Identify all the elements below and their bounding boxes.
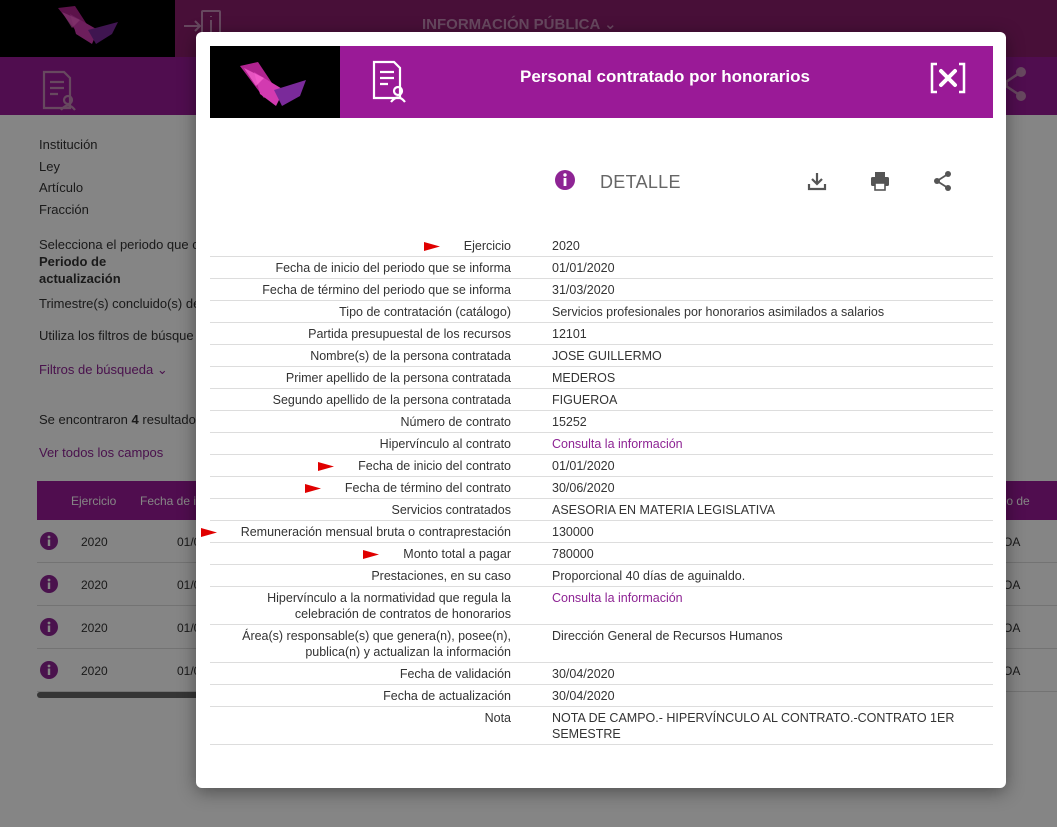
- detail-row-label: Hipervínculo al contrato: [379, 437, 511, 451]
- detail-row-label: Número de contrato: [400, 415, 511, 429]
- detail-row-value: 31/03/2020: [552, 283, 615, 297]
- detail-row: Fecha de actualización 30/04/2020: [210, 685, 993, 707]
- detail-row-label: Fecha de actualización: [383, 689, 511, 703]
- detail-row-value: FIGUEROA: [552, 393, 618, 407]
- detail-row-value: 780000: [552, 547, 594, 561]
- red-flag-icon: [423, 242, 440, 251]
- red-flag-icon: [304, 484, 321, 493]
- detail-row-label: Segundo apellido de la persona contratad…: [272, 393, 511, 407]
- detail-row-label: Prestaciones, en su caso: [371, 569, 511, 583]
- detail-row-value: Proporcional 40 días de aguinaldo.: [552, 569, 746, 583]
- detail-row: Tipo de contratación (catálogo) Servicios…: [210, 301, 993, 323]
- detail-row-value: ASESORIA EN MATERIA LEGISLATIVA: [552, 503, 775, 517]
- detail-row-link[interactable]: Consulta la información: [524, 587, 993, 624]
- detail-row: Fecha de término del periodo que se info…: [210, 279, 993, 301]
- download-icon[interactable]: [806, 170, 828, 192]
- detail-row: Partida presupuestal de los recursos 1210…: [210, 323, 993, 345]
- detail-row-label: Remuneración mensual bruta o contraprest…: [240, 525, 511, 539]
- detail-row-value: 130000: [552, 525, 594, 539]
- detail-row-label: Primer apellido de la persona contratada: [285, 371, 511, 385]
- detail-row: Ejercicio 2020: [210, 235, 993, 257]
- red-flag-icon: [318, 462, 335, 471]
- detail-row-label: Tipo de contratación (catálogo): [339, 305, 511, 319]
- detail-row: Hipervínculo a la normatividad que regul…: [210, 587, 993, 625]
- detail-row-value: 01/01/2020: [552, 459, 615, 473]
- modal-title: Personal contratado por honorarios: [520, 67, 810, 86]
- red-flag-icon: [200, 528, 217, 537]
- detail-row: Remuneración mensual bruta o contraprest…: [200, 521, 993, 543]
- detail-row-label: Fecha de inicio del contrato: [358, 459, 511, 473]
- detail-row-link[interactable]: Consulta la información: [524, 433, 993, 454]
- detail-rows: Ejercicio 2020 Fecha de inicio del periodo…: [200, 235, 993, 745]
- detail-row-label: Ejercicio: [463, 239, 511, 253]
- info-icon: [555, 170, 575, 190]
- detail-row: Área(s) responsable(s) que genera(n), po…: [210, 625, 993, 663]
- detail-row-label: Nombre(s) de la persona contratada: [310, 349, 511, 363]
- detail-row-label: Fecha de término del contrato: [344, 481, 511, 495]
- document-user-icon: [370, 60, 410, 104]
- detail-row-value: Dirección General de Recursos Humanos: [552, 629, 783, 643]
- detail-row-value: NOTA DE CAMPO.- HIPERVÍNCULO AL CONTRATO…: [552, 711, 955, 741]
- detail-row-value: MEDEROS: [552, 371, 616, 385]
- detail-row-label: Nota: [484, 711, 511, 725]
- detail-row: Servicios contratados ASESORIA EN MATERIA…: [210, 499, 993, 521]
- detail-row-value: 01/01/2020: [552, 261, 615, 275]
- detail-row: Fecha de término del contrato 30/06/2020: [210, 477, 993, 499]
- detail-title: DETALLE: [600, 172, 681, 192]
- detail-row-label: Fecha de término del periodo que se info…: [262, 283, 511, 297]
- detail-row-value: 12101: [552, 327, 587, 341]
- detail-row-value: 30/04/2020: [552, 667, 615, 681]
- detail-row: Prestaciones, en su caso Proporcional 40 …: [210, 565, 993, 587]
- detail-row-value: Servicios profesionales por honorarios a…: [552, 305, 885, 319]
- detail-row-value: 2020: [552, 239, 580, 253]
- modal-logo: [210, 46, 340, 118]
- detail-row: Nombre(s) de la persona contratada JOSE G…: [210, 345, 993, 367]
- detail-row-label: Servicios contratados: [391, 503, 511, 517]
- detail-row: Número de contrato 15252: [210, 411, 993, 433]
- close-icon: [930, 62, 966, 94]
- detail-row: Monto total a pagar 780000: [210, 543, 993, 565]
- detail-row-value: 15252: [552, 415, 587, 429]
- detail-row: Fecha de inicio del periodo que se infor…: [210, 257, 993, 279]
- detail-modal: Personal contratado por honorarios DETAL…: [196, 32, 1006, 788]
- detail-row-value: 30/04/2020: [552, 689, 615, 703]
- detail-row-label: Fecha de inicio del periodo que se infor…: [275, 261, 511, 275]
- detail-row: Nota NOTA DE CAMPO.- HIPERVÍNCULO AL CONT…: [210, 707, 993, 745]
- detail-row: Fecha de validación 30/04/2020: [210, 663, 993, 685]
- detail-row-label: Área(s) responsable(s) que genera(n), po…: [242, 629, 511, 659]
- close-button[interactable]: [929, 61, 967, 95]
- detail-row-value: 30/06/2020: [552, 481, 615, 495]
- detail-row: Segundo apellido de la persona contratad…: [210, 389, 993, 411]
- detail-row: Fecha de inicio del contrato 01/01/2020: [210, 455, 993, 477]
- detail-row-label: Hipervínculo a la normatividad que regul…: [267, 591, 511, 621]
- detail-row-value: JOSE GUILLERMO: [552, 349, 662, 363]
- red-flag-icon: [363, 550, 380, 559]
- detail-row: Hipervínculo al contrato Consulta la info…: [210, 433, 993, 455]
- share-icon[interactable]: [932, 170, 954, 192]
- detail-row-label: Fecha de validación: [399, 667, 511, 681]
- detail-row: Primer apellido de la persona contratada…: [210, 367, 993, 389]
- detail-row-label: Partida presupuestal de los recursos: [308, 327, 511, 341]
- modal-header: Personal contratado por honorarios: [210, 46, 993, 118]
- print-icon[interactable]: [869, 170, 891, 192]
